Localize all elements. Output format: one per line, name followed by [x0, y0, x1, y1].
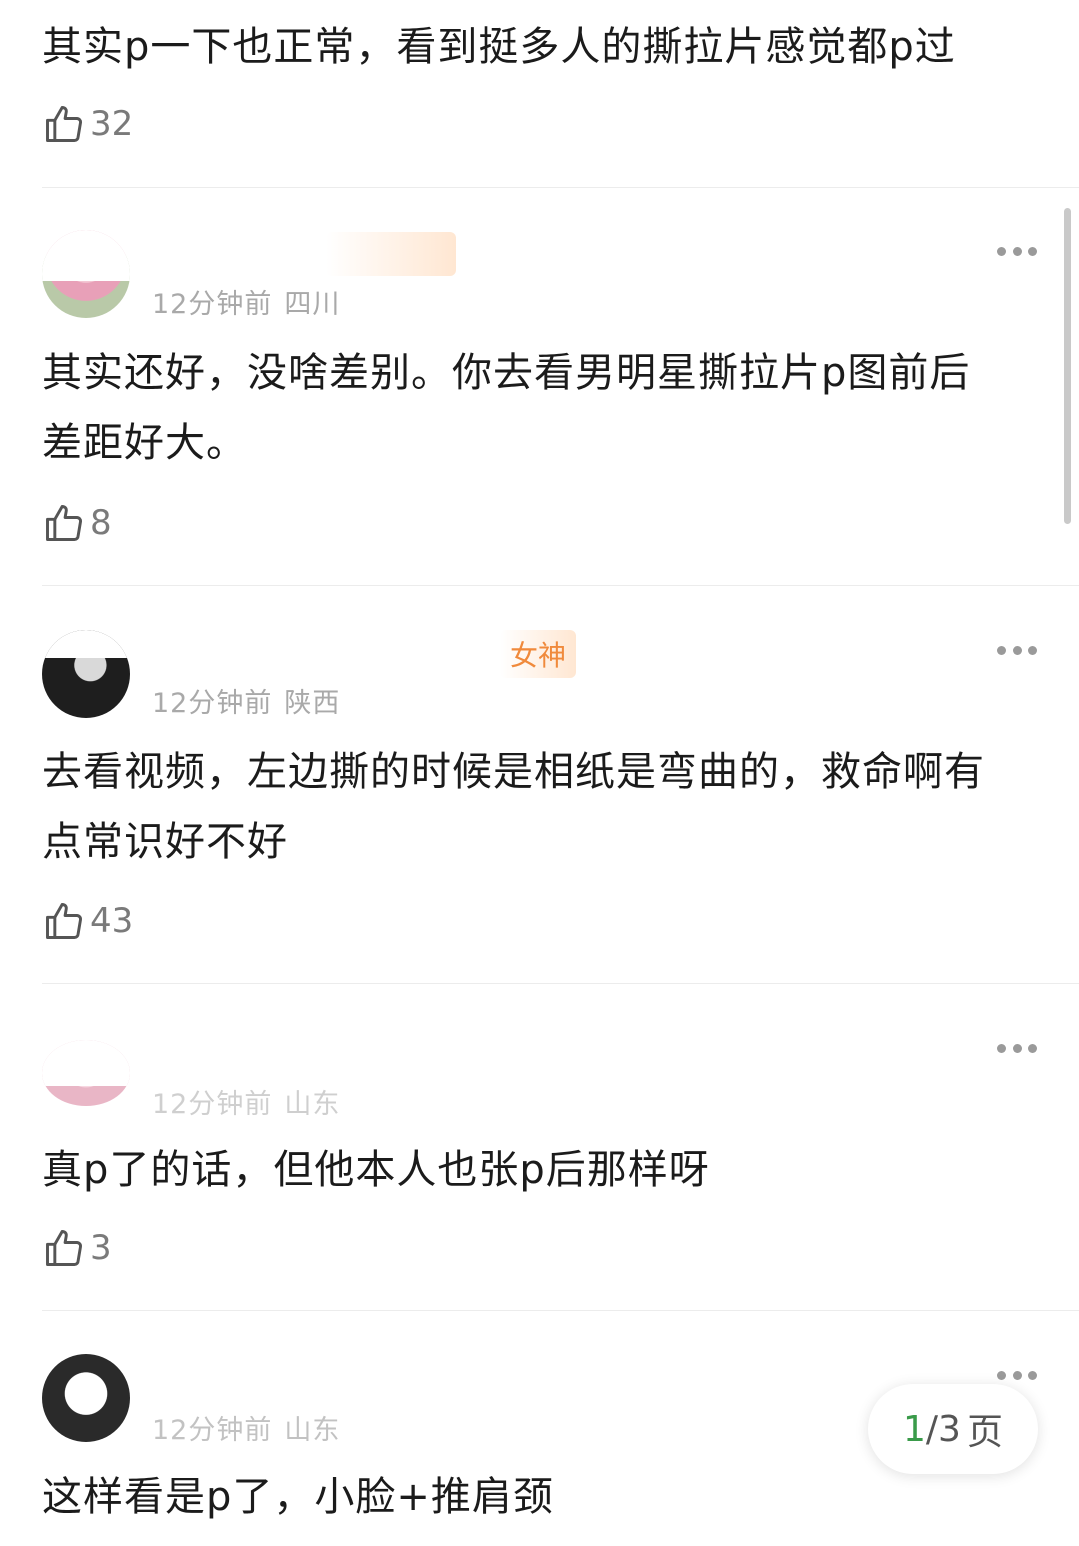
like-button[interactable]: 8 [42, 501, 112, 545]
comment-content: 这样看是p了，小脸+推肩颈 [42, 1474, 554, 1520]
like-count: 3 [90, 1228, 112, 1268]
comment-content: 其实还好，没啥差别。你去看男明星撕拉片p图前后差距好大。 [42, 350, 971, 466]
comment-time: 12分钟前 [152, 688, 273, 719]
divider [42, 187, 1079, 188]
page-total: /3 [925, 1408, 961, 1450]
more-dots-icon[interactable] [997, 246, 1037, 256]
bottom-edge [0, 1528, 1079, 1546]
comment-content: 其实p一下也正常，看到挺多人的撕拉片感觉都p过 [42, 24, 956, 70]
comment-meta: 12分钟前 山东 [152, 1408, 340, 1447]
comment-region: 山东 [284, 1415, 341, 1446]
page-current: 1 [903, 1408, 926, 1450]
user-tag: 女神 [500, 630, 577, 678]
avatar[interactable] [42, 230, 130, 318]
scrollbar[interactable] [1064, 208, 1071, 524]
like-count: 8 [90, 503, 112, 543]
thumbs-up-icon [46, 903, 82, 939]
divider [42, 1310, 1079, 1311]
user-tag [326, 232, 456, 276]
comment-time: 12分钟前 [152, 1089, 273, 1120]
divider [42, 585, 1079, 586]
like-button[interactable]: 32 [42, 102, 133, 146]
comment-time: 12分钟前 [152, 289, 273, 320]
avatar[interactable] [42, 630, 130, 718]
page-unit: 页 [966, 1412, 1003, 1453]
comment-time: 12分钟前 [152, 1415, 273, 1446]
divider [42, 983, 1079, 984]
like-count: 43 [90, 901, 134, 941]
avatar[interactable] [42, 1354, 130, 1442]
comment-content: 真p了的话，但他本人也张p后那样呀 [42, 1147, 710, 1193]
thumbs-up-icon [46, 505, 82, 541]
like-button[interactable]: 43 [42, 899, 133, 943]
thumbs-up-icon [46, 106, 82, 142]
thumbs-up-icon [46, 1230, 82, 1266]
more-dots-icon[interactable] [997, 645, 1037, 655]
like-count: 32 [90, 104, 134, 144]
more-dots-icon[interactable] [997, 1043, 1037, 1053]
like-button[interactable]: 3 [42, 1226, 112, 1270]
page-indicator[interactable]: 1/3 页 [868, 1384, 1038, 1474]
comment-region: 陕西 [284, 688, 341, 719]
comment-region: 四川 [284, 289, 341, 320]
comment-meta: 12分钟前 四川 [152, 282, 340, 321]
comment-meta: 12分钟前 陕西 [152, 681, 340, 720]
comment-meta: 12分钟前 山东 [152, 1082, 340, 1121]
comment-region: 山东 [284, 1089, 341, 1120]
comment-content: 去看视频，左边撕的时候是相纸是弯曲的，救命啊有点常识好不好 [42, 749, 985, 865]
avatar[interactable] [42, 1040, 130, 1106]
more-dots-icon[interactable] [997, 1370, 1037, 1380]
